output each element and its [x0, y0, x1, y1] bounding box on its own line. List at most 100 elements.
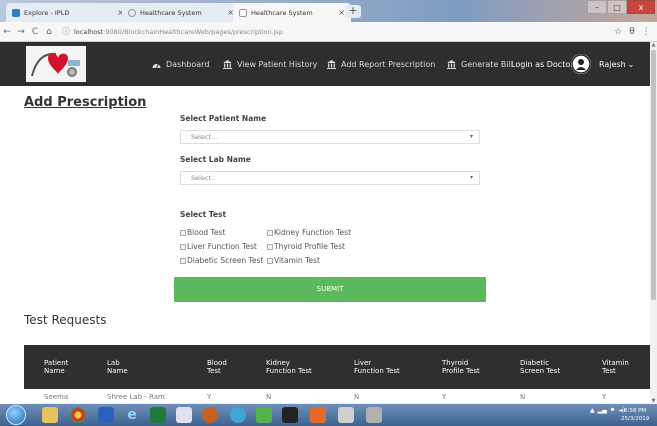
nav-label: Generate Bill — [461, 59, 514, 69]
checkbox-vitamin-test[interactable]: Vitamin Test — [267, 256, 320, 265]
page-scrollbar[interactable]: ▲ ▼ — [650, 42, 657, 404]
terminal-icon[interactable] — [282, 407, 298, 423]
doctor-avatar-icon — [571, 54, 591, 74]
checkbox-box[interactable] — [267, 229, 273, 236]
file-explorer-icon[interactable] — [42, 407, 58, 423]
lab-name-select[interactable]: Select.. ▾ — [180, 171, 480, 185]
app-navbar: Dashboard View Patient History Add Repor… — [0, 42, 650, 86]
scroll-up-icon[interactable]: ▲ — [650, 42, 657, 48]
tray-arrow-icon[interactable]: ▲ — [590, 407, 595, 414]
header-line: Liver — [354, 359, 372, 367]
checkbox-diabetic-screen-test[interactable]: Diabetic Screen Test — [180, 256, 263, 265]
minimize-button[interactable]: – — [587, 0, 607, 14]
user-menu[interactable]: Rajesh ⌄ — [599, 42, 634, 86]
nav-generate-bill[interactable]: Generate Bill — [447, 42, 513, 86]
address-bar: ← → C ⌂ ⓘ localhost:9080/BlockchainHealt… — [0, 22, 657, 42]
clock[interactable]: 6:58 PM 25/3/2019 — [621, 407, 649, 423]
window-controls: – □ x — [587, 0, 655, 14]
bookmark-star-icon[interactable]: ☆ — [611, 27, 625, 37]
checkbox-label: Blood Test — [187, 228, 226, 237]
column-header-diabetic-screen-test: Diabetic Screen Test — [520, 359, 560, 375]
cell-lab-name: Shree Lab - Ram — [107, 393, 165, 401]
checkbox-box[interactable] — [180, 243, 186, 250]
browser-tab-strip: Explore - IPLD × Healthcare System × Hea… — [0, 0, 657, 22]
loading-icon — [128, 8, 136, 17]
home-icon[interactable]: ⌂ — [42, 27, 56, 37]
menu-icon[interactable]: ⋮ — [639, 27, 653, 37]
bank-icon — [447, 59, 456, 69]
system-tray: ▲ ▂▄ ⚑ ◄) — [590, 407, 625, 414]
outlook-icon[interactable] — [98, 407, 114, 423]
login-as-label: Login as Doctor — [511, 59, 574, 69]
header-line: Kidney — [266, 359, 290, 367]
submit-button[interactable]: SUBMIT — [174, 277, 486, 302]
header-line: Test — [602, 367, 616, 375]
back-icon[interactable]: ← — [0, 27, 14, 37]
cell-liver-function-test: N — [354, 393, 360, 401]
close-icon[interactable]: × — [338, 8, 345, 17]
document-icon[interactable] — [176, 407, 192, 423]
dashboard-icon — [152, 60, 161, 69]
app-icon[interactable] — [230, 407, 246, 423]
flag-icon[interactable]: ⚑ — [610, 407, 615, 414]
column-header-patient-name: Patient Name — [44, 359, 68, 375]
header-line: Name — [44, 367, 65, 375]
checkbox-thyroid-profile-test[interactable]: Thyroid Profile Test — [267, 242, 345, 251]
column-header-kidney-function-test: Kidney Function Test — [266, 359, 312, 375]
checkbox-liver-function-test[interactable]: Liver Function Test — [180, 242, 257, 251]
account-icon[interactable]: θ — [625, 27, 639, 37]
cell-thyroid-profile-test: Y — [442, 393, 447, 401]
reload-icon[interactable]: C — [28, 27, 42, 37]
nav-dashboard[interactable]: Dashboard — [152, 42, 209, 86]
app-icon[interactable] — [256, 407, 272, 423]
close-window-button[interactable]: x — [627, 0, 655, 14]
patient-name-select[interactable]: Select... ▾ — [180, 130, 480, 144]
tab-healthcare-system-2[interactable]: Healthcare System × — [233, 3, 351, 22]
checkbox-box[interactable] — [180, 257, 186, 264]
checkbox-box[interactable] — [180, 229, 186, 236]
cell-diabetic-screen-test: N — [520, 393, 526, 401]
column-header-thyroid-profile-test: Thyroid Profile Test — [442, 359, 480, 375]
new-tab-button[interactable]: + — [345, 5, 361, 18]
checkbox-box[interactable] — [267, 257, 273, 264]
network-icon[interactable]: ▂▄ — [598, 407, 607, 414]
tab-healthcare-system-1[interactable]: Healthcare System × — [122, 3, 240, 22]
healthcare-logo[interactable] — [26, 46, 86, 82]
forward-icon[interactable]: → — [14, 27, 28, 37]
lab-name-label: Select Lab Name — [180, 155, 251, 164]
chrome-icon[interactable] — [70, 407, 86, 423]
nav-label: Dashboard — [166, 59, 210, 69]
start-button[interactable] — [6, 405, 26, 425]
dropdown-caret-icon: ▾ — [469, 133, 473, 140]
info-icon[interactable]: ⓘ — [62, 26, 70, 37]
tab-explore-ipld[interactable]: Explore - IPLD × — [6, 3, 130, 22]
internet-explorer-icon[interactable]: e — [124, 407, 140, 423]
url-field[interactable]: ⓘ localhost:9080/BlockchainHealthcareWeb… — [62, 26, 611, 37]
header-line: Name — [107, 367, 128, 375]
nav-add-report-prescription[interactable]: Add Report Prescription — [327, 42, 435, 86]
app-icon[interactable] — [338, 407, 354, 423]
header-line: Test — [207, 367, 221, 375]
excel-icon[interactable] — [150, 407, 166, 423]
app-icon[interactable] — [202, 407, 218, 423]
scroll-thumb[interactable] — [651, 50, 656, 300]
clock-date: 25/3/2019 — [621, 416, 650, 422]
checkbox-label: Diabetic Screen Test — [187, 256, 264, 265]
maximize-button[interactable]: □ — [607, 0, 627, 14]
tab-title: Healthcare System — [251, 8, 313, 17]
bank-icon — [223, 59, 232, 69]
chevron-down-icon: ⌄ — [627, 59, 635, 69]
tab-title: Explore - IPLD — [24, 8, 70, 17]
table-row: Seema Shree Lab - Ram Y N N Y N Y — [24, 389, 650, 404]
ipld-favicon-icon — [12, 8, 20, 17]
checkbox-blood-test[interactable]: Blood Test — [180, 228, 225, 237]
app-icon[interactable] — [366, 407, 382, 423]
nav-label: Add Report Prescription — [341, 59, 436, 69]
cell-vitamin-test: Y — [602, 393, 607, 401]
checkbox-box[interactable] — [267, 243, 273, 250]
nav-view-patient-history[interactable]: View Patient History — [223, 42, 317, 86]
xampp-icon[interactable] — [310, 407, 326, 423]
checkbox-kidney-function-test[interactable]: Kidney Function Test — [267, 228, 351, 237]
header-line: Diabetic — [520, 359, 549, 367]
column-header-vitamin-test: Vitamin Test — [602, 359, 629, 375]
